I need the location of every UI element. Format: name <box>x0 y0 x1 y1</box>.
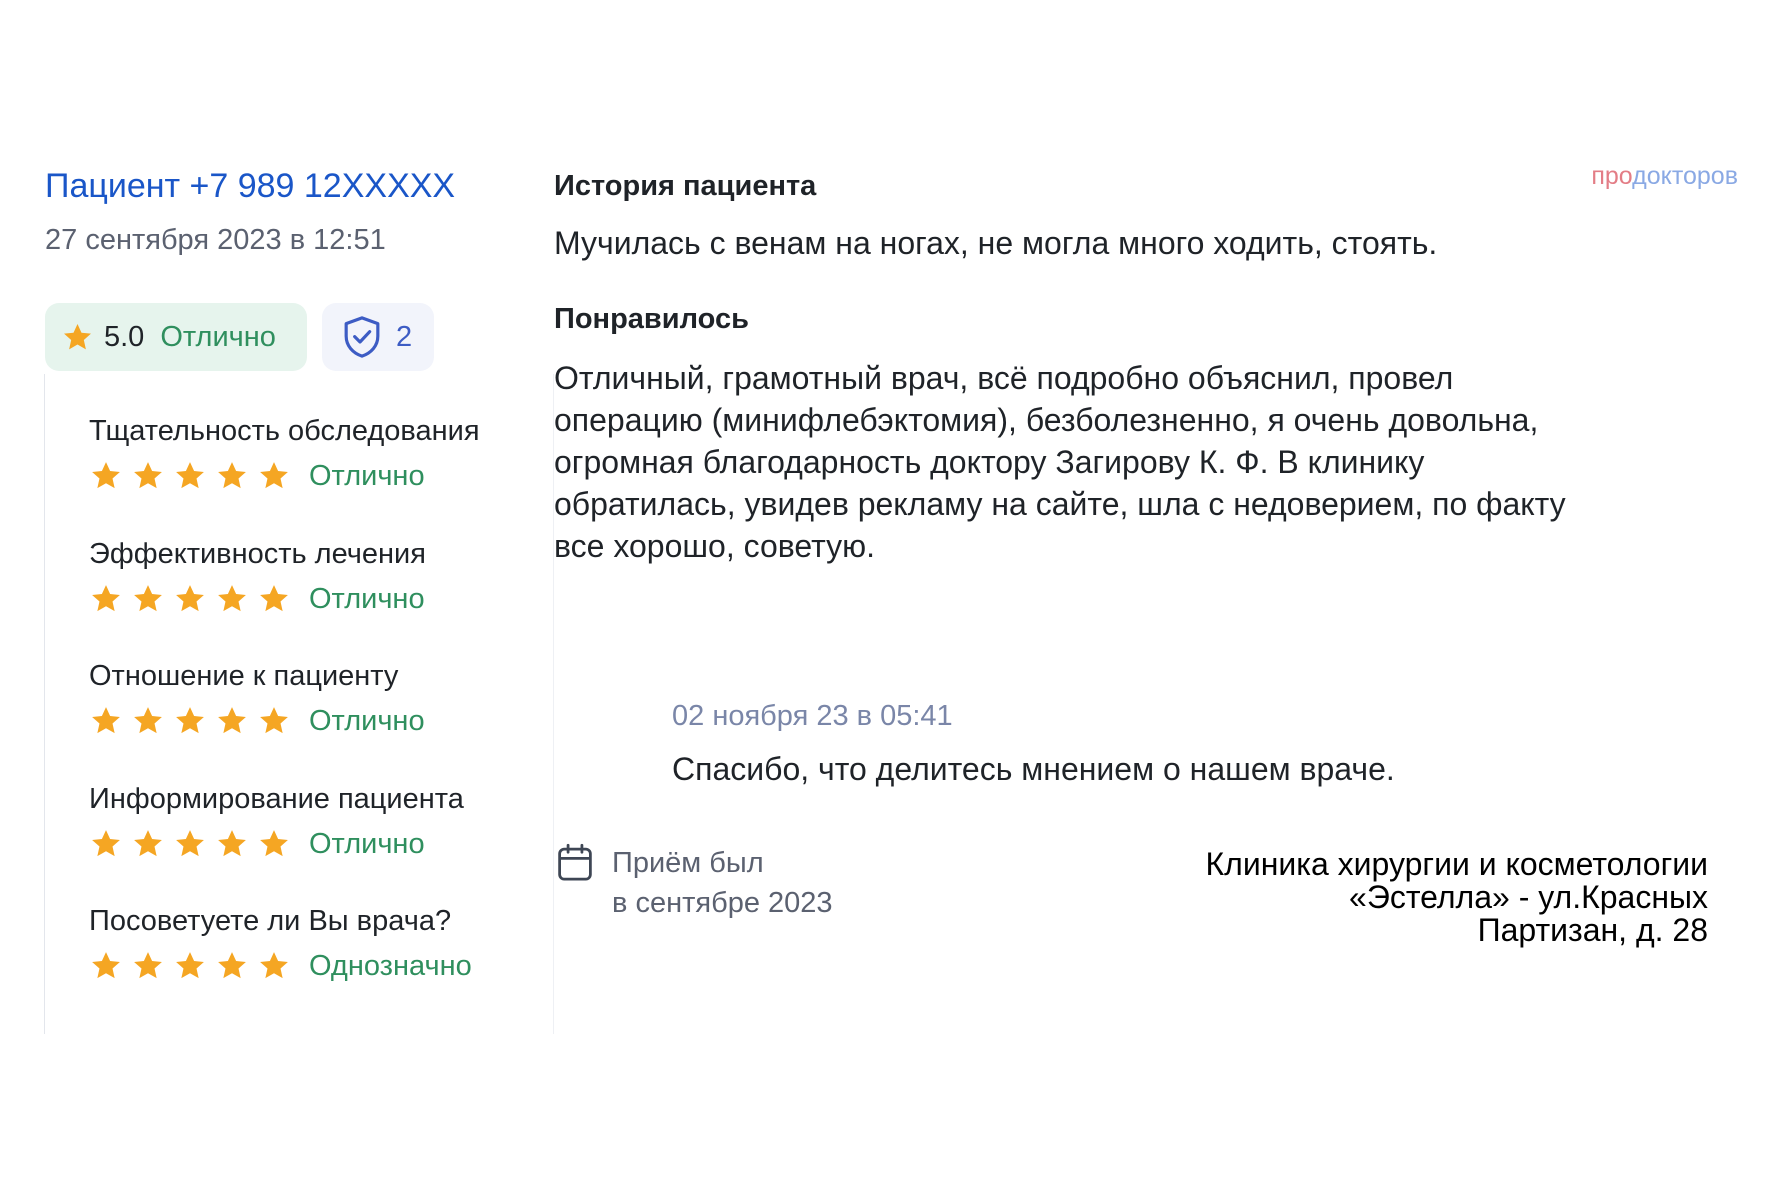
star-icon <box>134 830 162 857</box>
star-icon <box>134 707 162 734</box>
clinic-address-line: Партизан, д. 28 <box>1477 912 1708 948</box>
overall-rating-badge: 5.0 Отлично <box>45 303 307 371</box>
criterion-rating-text: Отлично <box>309 827 425 860</box>
star-icon <box>176 830 204 857</box>
shield-check-icon <box>344 316 380 358</box>
visit-info-line1: Приём был <box>612 847 764 879</box>
star-icon <box>260 830 288 857</box>
history-title: История пациента <box>554 170 817 202</box>
star-icon <box>218 952 246 979</box>
star-icon <box>260 462 288 489</box>
star-icon <box>218 585 246 612</box>
brand-logo: продокторов <box>1591 162 1738 191</box>
review-date: 27 сентября 2023 в 12:51 <box>45 224 386 256</box>
criterion-label: Информирование пациента <box>89 783 464 815</box>
brand-logo-part1: про <box>1591 162 1633 190</box>
liked-title: Понравилось <box>554 303 749 335</box>
star-icon <box>92 952 120 979</box>
criterion-item: Посоветуете ли Вы врача? Однозначно <box>89 904 472 984</box>
liked-text-line: все хорошо, советую. <box>554 528 876 564</box>
star-icon <box>218 830 246 857</box>
criterion-label: Посоветуете ли Вы врача? <box>89 905 452 937</box>
liked-text-line: обратилась, увидев рекламу на сайте, шла… <box>554 486 1566 522</box>
star-icon <box>134 952 162 979</box>
overall-rating-value: 5.0 <box>104 320 145 353</box>
criteria-card: Тщательность обследования Отлично Эффект… <box>44 374 554 1034</box>
star-icon <box>64 323 91 349</box>
liked-text-line: Отличный, грамотный врач, всё подробно о… <box>554 360 1454 396</box>
star-icon <box>176 707 204 734</box>
star-icon <box>92 462 120 489</box>
visit-info-line2: в сентябре 2023 <box>612 887 833 919</box>
star-icon <box>134 462 162 489</box>
criterion-label: Эффективность лечения <box>89 538 426 570</box>
liked-text-line: огромная благодарность доктору Загирову … <box>554 444 1425 480</box>
star-icon <box>260 952 288 979</box>
star-icon <box>176 952 204 979</box>
reply-date: 02 ноября 23 в 05:41 <box>672 700 953 732</box>
criterion-rating-text: Отлично <box>309 582 425 615</box>
criterion-rating-text: Отлично <box>309 704 425 737</box>
criterion-rating-text: Однозначно <box>309 949 472 982</box>
criterion-label: Тщательность обследования <box>89 415 480 447</box>
star-icon <box>260 585 288 612</box>
star-icon <box>176 585 204 612</box>
brand-logo-part2: докторов <box>1632 162 1738 190</box>
verified-count: 2 <box>396 320 413 353</box>
criterion-label: Отношение к пациенту <box>89 660 399 692</box>
criterion-stars: Отлично <box>89 826 464 862</box>
star-icon <box>260 707 288 734</box>
criterion-item: Тщательность обследования Отлично <box>89 414 480 494</box>
visit-info: Приём был в сентябре 2023 <box>612 843 833 923</box>
star-icon <box>218 462 246 489</box>
clinic-address: Клиника хирургии и косметологии «Эстелла… <box>1108 848 1708 947</box>
star-icon <box>218 707 246 734</box>
overall-rating-word: Отлично <box>160 320 276 353</box>
liked-text: Отличный, грамотный врач, всё подробно о… <box>554 357 1714 567</box>
liked-text-line: операцию (минифлебэктомия), безболезненн… <box>554 402 1539 438</box>
criterion-stars: Отлично <box>89 703 425 739</box>
criterion-item: Эффективность лечения Отлично <box>89 537 426 617</box>
criterion-item: Информирование пациента Отлично <box>89 782 464 862</box>
criterion-rating-text: Отлично <box>309 459 425 492</box>
star-icon <box>92 707 120 734</box>
verified-badge[interactable]: 2 <box>322 303 434 371</box>
star-icon <box>134 585 162 612</box>
criterion-stars: Однозначно <box>89 948 472 984</box>
criterion-item: Отношение к пациенту Отлично <box>89 659 425 739</box>
patient-name-link[interactable]: Пациент +7 989 12XXXXX <box>45 166 455 206</box>
history-text: Мучилась с венам на ногах, не могла мног… <box>554 225 1438 261</box>
reply-text: Спасибо, что делитесь мнением о нашем вр… <box>672 751 1395 787</box>
star-icon <box>92 830 120 857</box>
calendar-icon <box>558 843 592 881</box>
criterion-stars: Отлично <box>89 581 426 617</box>
star-icon <box>92 585 120 612</box>
criterion-stars: Отлично <box>89 458 480 494</box>
clinic-address-line: Клиника хирургии и косметологии <box>1205 846 1708 882</box>
clinic-address-line: «Эстелла» - ул.Красных <box>1349 879 1708 915</box>
star-icon <box>176 462 204 489</box>
